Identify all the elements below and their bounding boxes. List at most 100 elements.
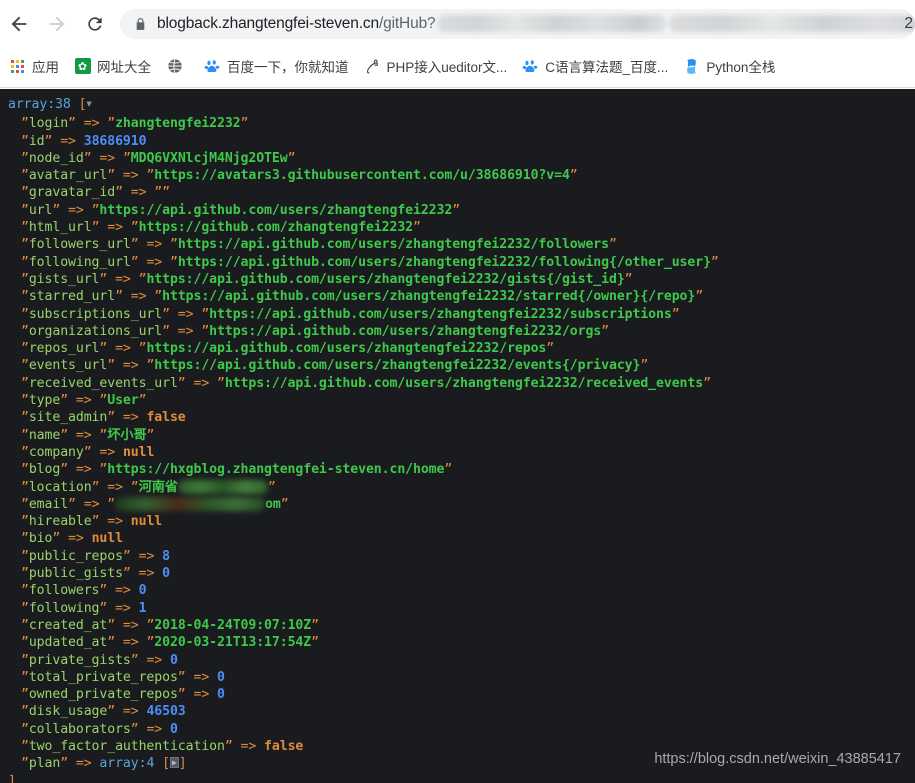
bookmark-python[interactable]: Python全栈	[683, 56, 775, 76]
dump-entry-key: location	[28, 479, 92, 495]
bookmark-globe[interactable]	[166, 58, 189, 75]
value-quote-close: ”	[413, 220, 421, 236]
bookmark-hao123[interactable]: ✿ 网址大全	[74, 56, 151, 76]
dump-entry-value: null	[122, 444, 155, 460]
bookmark-php-ueditor[interactable]: PHP接入ueditor文...	[364, 56, 507, 76]
value-quote-close: ”	[671, 306, 680, 322]
dump-entry-value: 河南省	[138, 479, 178, 495]
value-quote-close: ”	[444, 462, 453, 478]
quote-open: ”	[21, 514, 29, 530]
dump-entry-arrow: =>	[60, 202, 92, 218]
quote-close: ”	[60, 393, 69, 409]
dump-entry-key: public_gists	[28, 566, 123, 582]
forward-button[interactable]	[38, 5, 76, 43]
quote-close: ”	[107, 410, 116, 426]
bookmark-baidu[interactable]: 百度一下，你就知道	[204, 56, 349, 76]
value-quote-open: ”	[201, 323, 210, 339]
dump-entry: ”repos_url” => ”https://api.github.com/u…	[8, 340, 915, 357]
dump-entry-value: om	[265, 496, 281, 512]
value-quote-open: ”	[154, 185, 163, 201]
dump-entry-key: company	[28, 444, 84, 460]
dump-entry: ”avatar_url” => ”https://avatars3.github…	[8, 167, 915, 184]
collapse-toggle-icon[interactable]: ▼	[86, 97, 91, 114]
nested-close-bracket: ]	[178, 756, 187, 772]
value-quote-close: ”	[710, 254, 719, 270]
baidu-paw-icon	[522, 58, 539, 75]
baidu-paw-icon	[204, 58, 221, 75]
dump-entry: ”following” => 1	[8, 600, 915, 617]
quote-open: ”	[21, 150, 29, 166]
dump-close-bracket-line: ]	[8, 773, 16, 783]
bookmark-apps[interactable]: 应用	[9, 56, 59, 76]
dump-entry-value: https://avatars3.githubusercontent.com/u…	[154, 168, 570, 184]
dump-entry-value: 38686910	[83, 133, 147, 149]
dump-entry: ”gravatar_id” => ””	[8, 184, 915, 201]
dump-entry-arrow: =>	[185, 669, 217, 685]
value-quote-close: ”	[267, 479, 276, 495]
quote-open: ”	[21, 254, 29, 270]
dump-entry-key: html_url	[28, 220, 92, 236]
dump-header-line: array:38 [▼	[8, 96, 915, 115]
dump-entry-value: 2020-03-21T13:17:54Z	[154, 635, 312, 651]
value-quote-close: ”	[624, 271, 633, 287]
value-quote-open: ”	[107, 496, 116, 512]
quote-open: ”	[21, 652, 29, 668]
dump-entry-value: null	[91, 531, 123, 547]
dump-entry-value: https://api.github.com/users/zhangtengfe…	[209, 323, 602, 339]
apps-grid-icon	[9, 58, 26, 75]
dump-entry-value: 0	[169, 721, 178, 737]
dump-entry-arrow: =>	[122, 185, 155, 201]
dump-entry-value: zhangtengfei2232	[115, 116, 241, 132]
dump-entry-key: type	[28, 393, 61, 409]
dump-entry: ”subscriptions_url” => ”https://api.gith…	[8, 306, 915, 323]
dump-entry-value: 8	[162, 548, 170, 564]
dump-entry-arrow: =>	[138, 652, 170, 668]
quote-close: ”	[60, 462, 69, 478]
dump-entry-arrow: =>	[169, 323, 202, 339]
expand-toggle-icon[interactable]: ▶	[169, 757, 179, 769]
quote-close: ”	[115, 185, 123, 201]
value-quote-close: ”	[695, 289, 704, 305]
bookmark-label: 应用	[32, 60, 59, 75]
back-arrow-icon	[11, 16, 27, 32]
lock-icon	[134, 17, 147, 32]
dump-entry: ”id” => 38686910	[8, 133, 915, 150]
quote-close: ”	[162, 323, 170, 339]
globe-icon	[166, 58, 183, 75]
value-quote-close: ”	[311, 635, 319, 651]
quote-close: ”	[107, 635, 116, 651]
quote-close: ”	[107, 358, 116, 374]
quote-open: ”	[21, 531, 29, 547]
quote-close: ”	[83, 150, 92, 166]
quote-close: ”	[107, 704, 116, 720]
dump-entry-arrow: =>	[107, 271, 139, 287]
quote-open: ”	[21, 220, 29, 236]
value-quote-open: ”	[169, 237, 178, 253]
quote-close: ”	[162, 306, 170, 322]
dump-entry-key: received_events_url	[28, 375, 178, 391]
reload-button[interactable]	[76, 5, 114, 43]
dump-entry: ”company” => null	[8, 444, 915, 461]
dump-array-type: array:	[8, 97, 56, 112]
dump-entry: ”public_repos” => 8	[8, 548, 915, 565]
dump-entry-arrow: =>	[232, 738, 265, 754]
address-bar[interactable]: blogback.zhangtengfei-steven.cn/gitHub? …	[120, 9, 915, 39]
quote-close: ”	[60, 427, 69, 443]
dump-entry: ”login” => ”zhangtengfei2232”	[8, 115, 915, 132]
quote-open: ”	[21, 444, 29, 460]
dump-entry-key: created_at	[28, 617, 108, 633]
back-button[interactable]	[0, 5, 38, 43]
dump-entry-key: gists_url	[28, 271, 100, 287]
dump-entry-arrow: =>	[75, 116, 108, 132]
dump-entry: ”name” => ”坏小哥”	[8, 427, 915, 444]
bookmark-c-algorithms[interactable]: C语言算法题_百度...	[522, 56, 668, 76]
dump-entry-key: disk_usage	[28, 704, 108, 720]
dump-entry-key: organizations_url	[28, 323, 163, 339]
quote-open: ”	[21, 375, 29, 391]
dump-entry-value: array:4	[99, 756, 155, 772]
dump-entry: ”created_at” => ”2018-04-24T09:07:10Z”	[8, 617, 915, 634]
dump-entry: ”received_events_url” => ”https://api.gi…	[8, 375, 915, 392]
url-redacted-region	[436, 15, 667, 33]
quote-open: ”	[21, 669, 29, 685]
dump-entry-key: gravatar_id	[28, 185, 116, 201]
